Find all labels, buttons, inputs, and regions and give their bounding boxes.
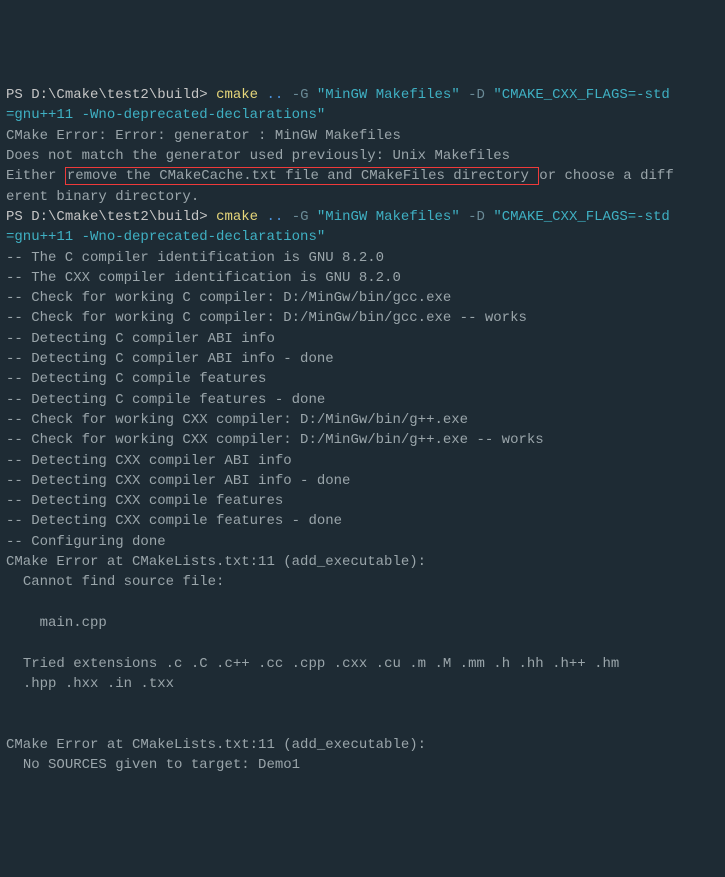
output-line: -- Detecting CXX compiler ABI info bbox=[6, 451, 719, 471]
command-name: cmake bbox=[216, 209, 266, 225]
blank-line bbox=[6, 633, 719, 653]
ps-prefix: PS bbox=[6, 209, 31, 225]
error-source-file: main.cpp bbox=[6, 613, 719, 633]
highlighted-instruction: remove the CMakeCache.txt file and CMake… bbox=[65, 167, 539, 185]
output-line: -- Check for working CXX compiler: D:/Mi… bbox=[6, 430, 719, 450]
prompt-path: D:\Cmake\test2\build> bbox=[31, 209, 216, 225]
output-line: -- Check for working CXX compiler: D:/Mi… bbox=[6, 410, 719, 430]
command-name: cmake bbox=[216, 87, 266, 103]
error-generator-line1: CMake Error: Error: generator : MinGW Ma… bbox=[6, 126, 719, 146]
cxx-flags-part1: "CMAKE_CXX_FLAGS=-std bbox=[493, 87, 669, 103]
error-nosources-line2: No SOURCES given to target: Demo1 bbox=[6, 755, 719, 775]
flag-g: -G bbox=[283, 209, 317, 225]
error-generator-line4: erent binary directory. bbox=[6, 187, 719, 207]
output-line: -- The C compiler identification is GNU … bbox=[6, 248, 719, 268]
prompt-line-2: PS D:\Cmake\test2\build> cmake .. -G "Mi… bbox=[6, 207, 719, 227]
flag-d: -D bbox=[460, 209, 494, 225]
output-line: -- Check for working C compiler: D:/MinG… bbox=[6, 288, 719, 308]
path-arg: .. bbox=[266, 87, 283, 103]
output-line: -- Detecting CXX compiler ABI info - don… bbox=[6, 471, 719, 491]
error-text-before: Either bbox=[6, 168, 65, 184]
output-line: -- The CXX compiler identification is GN… bbox=[6, 268, 719, 288]
cxx-flags-part2: =gnu++11 -Wno-deprecated-declarations" bbox=[6, 227, 719, 247]
flag-d: -D bbox=[460, 87, 494, 103]
output-line: -- Detecting C compiler ABI info - done bbox=[6, 349, 719, 369]
generator-value: "MinGW Makefiles" bbox=[317, 209, 460, 225]
generator-value: "MinGW Makefiles" bbox=[317, 87, 460, 103]
output-line: -- Detecting CXX compile features - done bbox=[6, 511, 719, 531]
prompt-path: D:\Cmake\test2\build> bbox=[31, 87, 216, 103]
blank-line bbox=[6, 694, 719, 714]
error-extensions-line1: Tried extensions .c .C .c++ .cc .cpp .cx… bbox=[6, 654, 719, 674]
output-line: -- Detecting C compiler ABI info bbox=[6, 329, 719, 349]
error-extensions-line2: .hpp .hxx .in .txx bbox=[6, 674, 719, 694]
error-source-line2: Cannot find source file: bbox=[6, 572, 719, 592]
output-line: -- Detecting C compile features - done bbox=[6, 390, 719, 410]
prompt-line-1: PS D:\Cmake\test2\build> cmake .. -G "Mi… bbox=[6, 85, 719, 105]
error-generator-line2: Does not match the generator used previo… bbox=[6, 146, 719, 166]
blank-line bbox=[6, 593, 719, 613]
cxx-flags-part2: =gnu++11 -Wno-deprecated-declarations" bbox=[6, 105, 719, 125]
error-nosources-line1: CMake Error at CMakeLists.txt:11 (add_ex… bbox=[6, 735, 719, 755]
path-arg: .. bbox=[266, 209, 283, 225]
output-line: -- Detecting CXX compile features bbox=[6, 491, 719, 511]
output-line: -- Detecting C compile features bbox=[6, 369, 719, 389]
output-line: -- Configuring done bbox=[6, 532, 719, 552]
flag-g: -G bbox=[283, 87, 317, 103]
cxx-flags-part1: "CMAKE_CXX_FLAGS=-std bbox=[493, 209, 669, 225]
blank-line bbox=[6, 714, 719, 734]
error-source-line1: CMake Error at CMakeLists.txt:11 (add_ex… bbox=[6, 552, 719, 572]
output-line: -- Check for working C compiler: D:/MinG… bbox=[6, 308, 719, 328]
error-generator-line3: Either remove the CMakeCache.txt file an… bbox=[6, 166, 719, 186]
ps-prefix: PS bbox=[6, 87, 31, 103]
error-text-after: or choose a diff bbox=[539, 168, 673, 184]
